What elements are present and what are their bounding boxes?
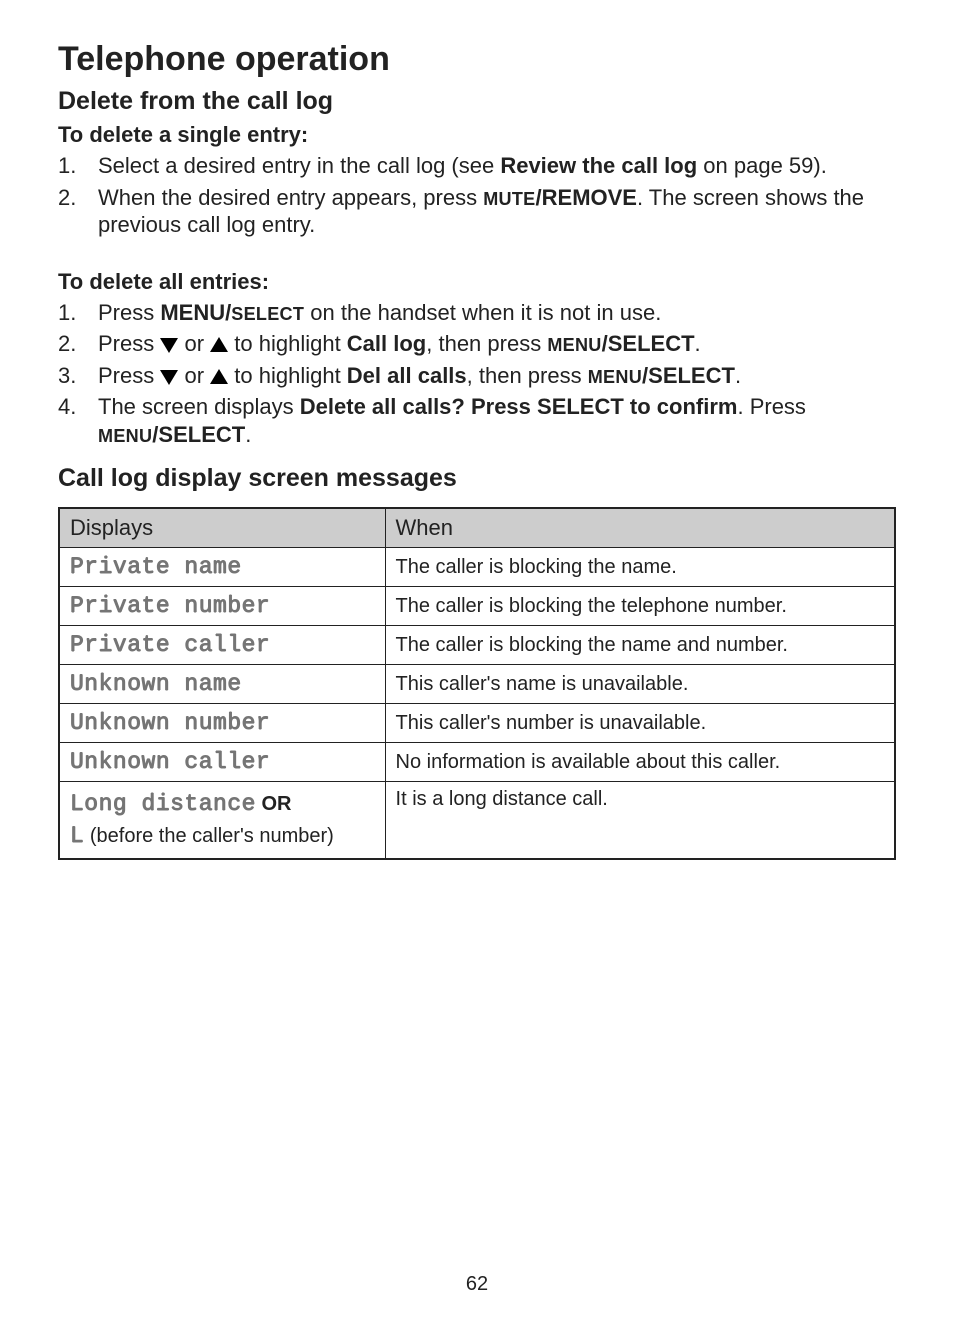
sub-single-entry-heading: To delete a single entry: — [58, 122, 896, 148]
display-text: Unknown name — [70, 671, 242, 697]
step-text: on the handset when it is not in use. — [304, 300, 661, 325]
section-delete-heading: Delete from the call log — [58, 87, 896, 116]
display-text: Private name — [70, 554, 242, 580]
key-smallcaps: MENU — [98, 426, 152, 446]
section-messages-heading: Call log display screen messages — [58, 464, 896, 493]
key-smallcaps: MENU — [588, 367, 642, 387]
list-item: 2. Press or to highlight Call log, then … — [58, 330, 896, 358]
display-text: Unknown number — [70, 710, 270, 736]
list-item: 2. When the desired entry appears, press… — [58, 184, 896, 239]
list-item: 1. Press MENU/SELECT on the handset when… — [58, 299, 896, 327]
step-text: , then press — [426, 331, 547, 356]
prefix-char: L — [70, 823, 84, 849]
display-text: Long distance — [70, 791, 256, 817]
step-text: . Press — [737, 394, 805, 419]
step-text: or — [178, 331, 210, 356]
list-item: 3. Press or to highlight Del all calls, … — [58, 362, 896, 390]
display-text: Private number — [70, 593, 270, 619]
table-row: Unknown name This caller's name is unava… — [59, 665, 895, 704]
key-bold: /SELECT — [152, 422, 245, 447]
step-text: Press — [98, 300, 160, 325]
list-item: 4. The screen displays Delete all calls?… — [58, 393, 896, 448]
column-header-displays: Displays — [59, 508, 385, 548]
up-arrow-icon — [210, 369, 228, 384]
step-number: 4. — [58, 393, 76, 421]
menu-bold: Call log — [347, 331, 426, 356]
or-text: OR — [256, 793, 292, 815]
messages-table: Displays When Private name The caller is… — [58, 507, 896, 860]
table-row: Unknown number This caller's number is u… — [59, 704, 895, 743]
key-smallcaps: MUTE — [483, 189, 535, 209]
step-text: . — [735, 363, 741, 388]
table-row: Private name The caller is blocking the … — [59, 548, 895, 587]
page-title: Telephone operation — [58, 40, 896, 79]
when-text: This caller's number is unavailable. — [385, 704, 895, 743]
all-entries-steps: 1. Press MENU/SELECT on the handset when… — [58, 299, 896, 449]
step-text: on page 59). — [697, 153, 827, 178]
column-header-when: When — [385, 508, 895, 548]
step-number: 1. — [58, 152, 76, 180]
note-text: (before the caller's number) — [84, 825, 333, 847]
down-arrow-icon — [160, 338, 178, 353]
step-text: Press — [98, 331, 160, 356]
step-number: 2. — [58, 184, 76, 212]
key-bold: /REMOVE — [536, 185, 637, 210]
menu-bold: Del all calls — [347, 363, 467, 388]
when-text: This caller's name is unavailable. — [385, 665, 895, 704]
step-number: 2. — [58, 330, 76, 358]
key-bold: /SELECT — [602, 331, 695, 356]
screen-message-bold: Delete all calls? Press SELECT to confir… — [300, 394, 738, 419]
step-number: 3. — [58, 362, 76, 390]
up-arrow-icon — [210, 337, 228, 352]
step-text: . — [245, 422, 251, 447]
ref-bold: Review the call log — [500, 153, 697, 178]
when-text: The caller is blocking the telephone num… — [385, 587, 895, 626]
step-number: 1. — [58, 299, 76, 327]
when-text: It is a long distance call. — [385, 782, 895, 860]
list-item: 1. Select a desired entry in the call lo… — [58, 152, 896, 180]
step-text: The screen displays — [98, 394, 300, 419]
step-text: to highlight — [228, 331, 347, 356]
display-text: Private caller — [70, 632, 270, 658]
sub-all-entries-heading: To delete all entries: — [58, 269, 896, 295]
step-text: to highlight — [228, 363, 347, 388]
table-row: Unknown caller No information is availab… — [59, 743, 895, 782]
step-text: or — [178, 363, 210, 388]
display-text: Unknown caller — [70, 749, 270, 775]
step-text: , then press — [467, 363, 588, 388]
table-row: Private caller The caller is blocking th… — [59, 626, 895, 665]
table-row: Private number The caller is blocking th… — [59, 587, 895, 626]
step-text: Select a desired entry in the call log (… — [98, 153, 500, 178]
step-text: Press — [98, 363, 160, 388]
key-bold: /SELECT — [642, 363, 735, 388]
step-text: When the desired entry appears, press — [98, 185, 483, 210]
page-number: 62 — [0, 1273, 954, 1296]
table-row: Long distance OR L (before the caller's … — [59, 782, 895, 860]
key-bold: MENU/ — [160, 300, 231, 325]
single-entry-steps: 1. Select a desired entry in the call lo… — [58, 152, 896, 239]
when-text: The caller is blocking the name and numb… — [385, 626, 895, 665]
key-smallcaps: MENU — [547, 335, 601, 355]
when-text: No information is available about this c… — [385, 743, 895, 782]
down-arrow-icon — [160, 370, 178, 385]
step-text: . — [695, 331, 701, 356]
when-text: The caller is blocking the name. — [385, 548, 895, 587]
table-header-row: Displays When — [59, 508, 895, 548]
key-smallcaps: SELECT — [231, 304, 304, 324]
